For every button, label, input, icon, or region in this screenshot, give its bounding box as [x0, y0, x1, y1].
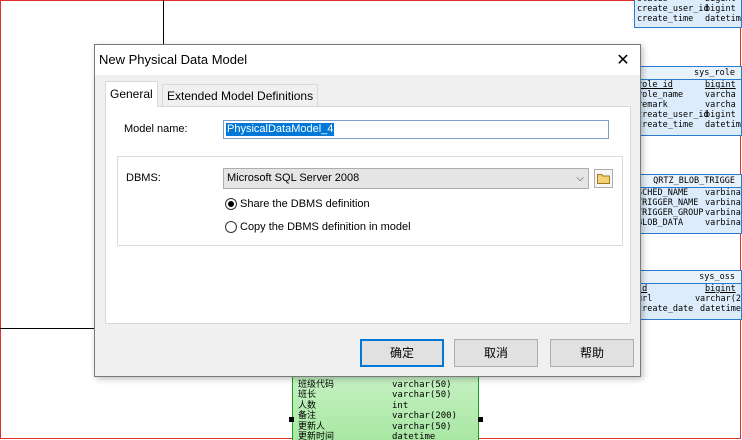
table-row: create_user_id bigint: [635, 4, 741, 14]
table-row: SCHED_NAME varbina: [635, 188, 741, 198]
column-name: 更新人: [298, 421, 326, 432]
column-name: role_name: [637, 90, 684, 100]
column-type: bigint: [705, 80, 736, 90]
dbms-label: DBMS:: [126, 172, 161, 184]
column-name: create_user_id: [637, 4, 709, 14]
table-row: 备注 varchar(200): [293, 411, 478, 422]
column-type: varchar(50): [392, 421, 452, 432]
column-type: varbina: [705, 198, 741, 208]
table-selected[interactable]: 班级名称varchar(50) 班级代码varchar(50) 班长varcha…: [292, 368, 479, 440]
column-type: bigint: [705, 284, 736, 294]
column-type: datetim: [705, 120, 741, 130]
column-type: varchar(2: [694, 294, 741, 304]
column-name: BLOB_DATA: [637, 218, 684, 228]
copy-dbms-radio[interactable]: [225, 221, 237, 233]
column-type: varchar(50): [392, 379, 452, 390]
table-row: create_date datetime: [635, 304, 741, 314]
table-title: sys_role: [635, 67, 741, 80]
table-row: 班级代码 varchar(50): [293, 380, 478, 391]
column-type: bigint: [705, 4, 736, 14]
table-row: create_time datetim: [635, 120, 741, 130]
column-type: varcha: [705, 90, 736, 100]
share-dbms-label[interactable]: Share the DBMS definition: [240, 198, 370, 210]
column-type: int: [392, 400, 409, 411]
column-name: create_time: [637, 120, 694, 130]
ok-button[interactable]: 确定: [360, 339, 444, 367]
column-type: varbina: [705, 188, 741, 198]
table-row: remark varcha: [635, 100, 741, 110]
table-row: role_name varcha: [635, 90, 741, 100]
cancel-button[interactable]: 取消: [454, 339, 538, 367]
dbms-select[interactable]: Microsoft SQL Server 2008 ⌵: [223, 168, 589, 189]
column-name: 备注: [298, 411, 317, 421]
general-tab-panel: Model name: PhysicalDataModel_4 DBMS: Mi…: [105, 106, 631, 324]
model-name-label: Model name:: [124, 123, 188, 135]
table-row: TRIGGER_GROUP varbina: [635, 208, 741, 218]
column-name: create_user_id: [637, 110, 709, 120]
column-type: bigint: [705, 110, 736, 120]
column-type: datetime: [700, 304, 741, 314]
table-sys-role[interactable]: sys_role role_id bigint role_name varcha r…: [634, 66, 742, 136]
column-name: create_time: [637, 14, 694, 24]
table-row: url varchar(2: [635, 294, 741, 304]
share-dbms-radio[interactable]: [225, 198, 237, 210]
table-partial[interactable]: statusbigint create_user_idbigint create…: [634, 0, 742, 28]
connector-line: [0, 328, 94, 329]
table-row: TRIGGER_NAME varbina: [635, 198, 741, 208]
column-name: SCHED_NAME: [637, 188, 689, 198]
table-sys-oss[interactable]: sys_oss id bigint url varchar(2 create_dat…: [634, 270, 742, 320]
column-type: varbina: [705, 218, 741, 228]
table-row: id bigint: [635, 284, 741, 294]
column-type: varcha: [705, 100, 736, 110]
column-name: create_date: [637, 304, 694, 314]
chevron-down-icon: ⌵: [576, 173, 584, 184]
copy-dbms-label[interactable]: Copy the DBMS definition in model: [240, 221, 411, 233]
column-name: 班级代码: [298, 379, 335, 390]
column-name: TRIGGER_GROUP: [637, 208, 704, 218]
column-type: datetime: [392, 432, 436, 440]
dbms-selected-value: Microsoft SQL Server 2008: [227, 172, 360, 184]
table-row: 人数 int: [293, 401, 478, 412]
column-name: url: [637, 294, 653, 304]
table-qrtz-blob-triggers[interactable]: QRTZ_BLOB_TRIGGE SCHED_NAME varbina TRIGG…: [634, 174, 742, 234]
column-type: varbina: [705, 208, 741, 218]
column-name: 人数: [298, 400, 317, 411]
table-row: BLOB_DATA varbina: [635, 218, 741, 228]
table-row: role_id bigint: [635, 80, 741, 90]
column-type: varchar(200): [392, 411, 458, 421]
dialog-title: New Physical Data Model: [99, 52, 248, 67]
tab-general[interactable]: General: [105, 81, 158, 107]
tab-extended-model-definitions[interactable]: Extended Model Definitions: [162, 84, 319, 106]
table-row: 班长 varchar(50): [293, 390, 478, 401]
close-icon[interactable]: ✕: [614, 51, 632, 69]
table-row: create_time datetim: [635, 14, 741, 24]
table-row: create_user_id bigint: [635, 110, 741, 120]
resize-handle[interactable]: [478, 417, 483, 422]
column-name: remark: [637, 100, 668, 110]
column-name: role_id: [637, 80, 673, 90]
column-name: TRIGGER_NAME: [637, 198, 699, 208]
table-row: 更新人 varchar(50): [293, 422, 478, 433]
column-type: datetim: [705, 14, 741, 24]
connector-line: [163, 0, 164, 44]
column-name: id: [637, 284, 648, 294]
model-name-input[interactable]: PhysicalDataModel_4: [223, 120, 609, 139]
model-name-value: PhysicalDataModel_4: [226, 123, 335, 136]
table-title: sys_oss: [635, 271, 741, 284]
column-name: 更新时间: [298, 432, 335, 440]
browse-dbms-button[interactable]: [594, 169, 613, 188]
new-physical-data-model-dialog: New Physical Data Model ✕ General Extend…: [94, 44, 641, 377]
table-title: QRTZ_BLOB_TRIGGE: [635, 175, 741, 188]
help-button[interactable]: 帮助: [550, 339, 634, 367]
column-name: 班长: [298, 390, 317, 400]
column-type: varchar(50): [392, 390, 452, 400]
table-row: 更新时间 datetime: [293, 432, 478, 440]
folder-icon: [597, 174, 610, 184]
title-bar[interactable]: New Physical Data Model ✕: [95, 45, 640, 75]
resize-handle[interactable]: [289, 417, 294, 422]
